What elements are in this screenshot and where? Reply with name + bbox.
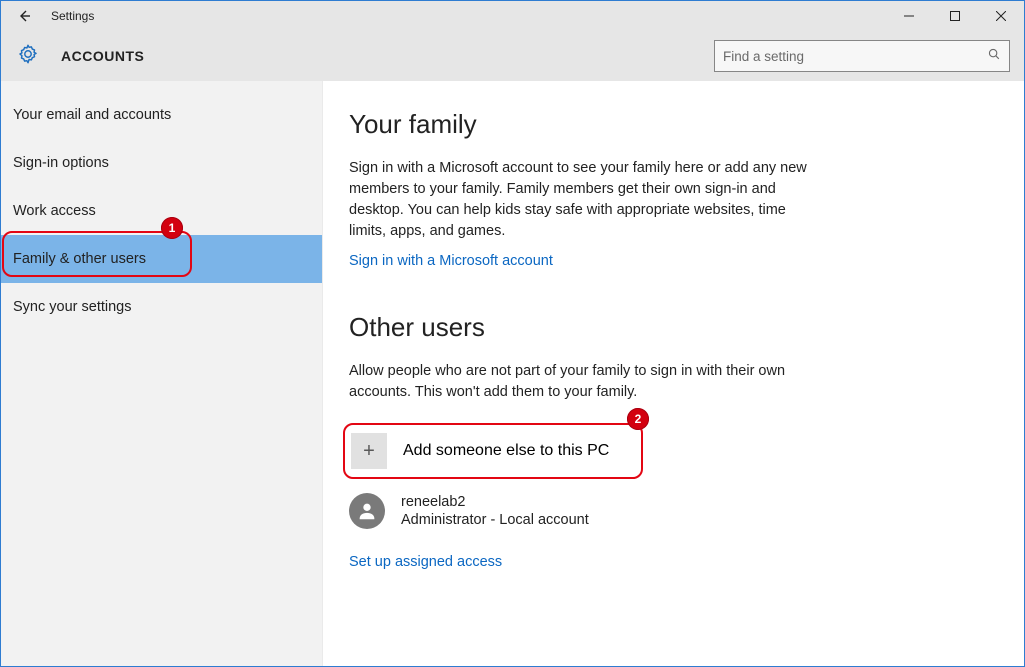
sidebar-item-work-access[interactable]: Work access [1, 187, 322, 235]
sidebar: Your email and accounts Sign-in options … [1, 81, 323, 666]
user-row[interactable]: reneelab2 Administrator - Local account [349, 493, 998, 529]
sidebar-item-label: Family & other users [13, 251, 146, 267]
plus-icon: + [351, 433, 387, 469]
sidebar-item-email-accounts[interactable]: Your email and accounts [1, 91, 322, 139]
other-users-heading: Other users [349, 312, 998, 343]
maximize-button[interactable] [932, 1, 978, 31]
user-role: Administrator - Local account [401, 511, 589, 529]
back-button[interactable] [1, 1, 47, 31]
close-icon [996, 11, 1006, 21]
sidebar-item-signin-options[interactable]: Sign-in options [1, 139, 322, 187]
titlebar: Settings [1, 1, 1024, 31]
user-name: reneelab2 [401, 493, 589, 511]
sidebar-item-sync-settings[interactable]: Sync your settings [1, 283, 322, 331]
close-button[interactable] [978, 1, 1024, 31]
sidebar-item-label: Work access [13, 203, 96, 219]
sidebar-item-family-other-users[interactable]: Family & other users [1, 235, 322, 283]
family-paragraph: Sign in with a Microsoft account to see … [349, 158, 817, 242]
body: Your email and accounts Sign-in options … [1, 81, 1024, 666]
minimize-button[interactable] [886, 1, 932, 31]
window-title: Settings [51, 9, 94, 23]
search-input[interactable] [723, 49, 987, 64]
headerbar: ACCOUNTS [1, 31, 1024, 81]
signin-ms-account-link[interactable]: Sign in with a Microsoft account [349, 253, 553, 269]
sidebar-item-label: Sync your settings [13, 299, 131, 315]
family-heading: Your family [349, 109, 998, 140]
maximize-icon [950, 11, 960, 21]
person-icon [356, 500, 378, 522]
assigned-access-link[interactable]: Set up assigned access [349, 554, 502, 570]
sidebar-item-label: Sign-in options [13, 155, 109, 171]
search-icon [987, 47, 1001, 66]
add-someone-label: Add someone else to this PC [403, 442, 609, 460]
section-title: ACCOUNTS [61, 48, 144, 64]
search-box[interactable] [714, 40, 1010, 72]
avatar [349, 493, 385, 529]
gear-icon [17, 43, 39, 70]
sidebar-item-label: Your email and accounts [13, 107, 171, 123]
settings-window: Settings ACCOUNTS [0, 0, 1025, 667]
minimize-icon [904, 11, 914, 21]
other-users-paragraph: Allow people who are not part of your fa… [349, 361, 817, 403]
user-text: reneelab2 Administrator - Local account [401, 493, 589, 529]
add-someone-row[interactable]: + Add someone else to this PC [349, 427, 641, 475]
content: Your family Sign in with a Microsoft acc… [323, 81, 1024, 666]
arrow-left-icon [16, 8, 32, 24]
